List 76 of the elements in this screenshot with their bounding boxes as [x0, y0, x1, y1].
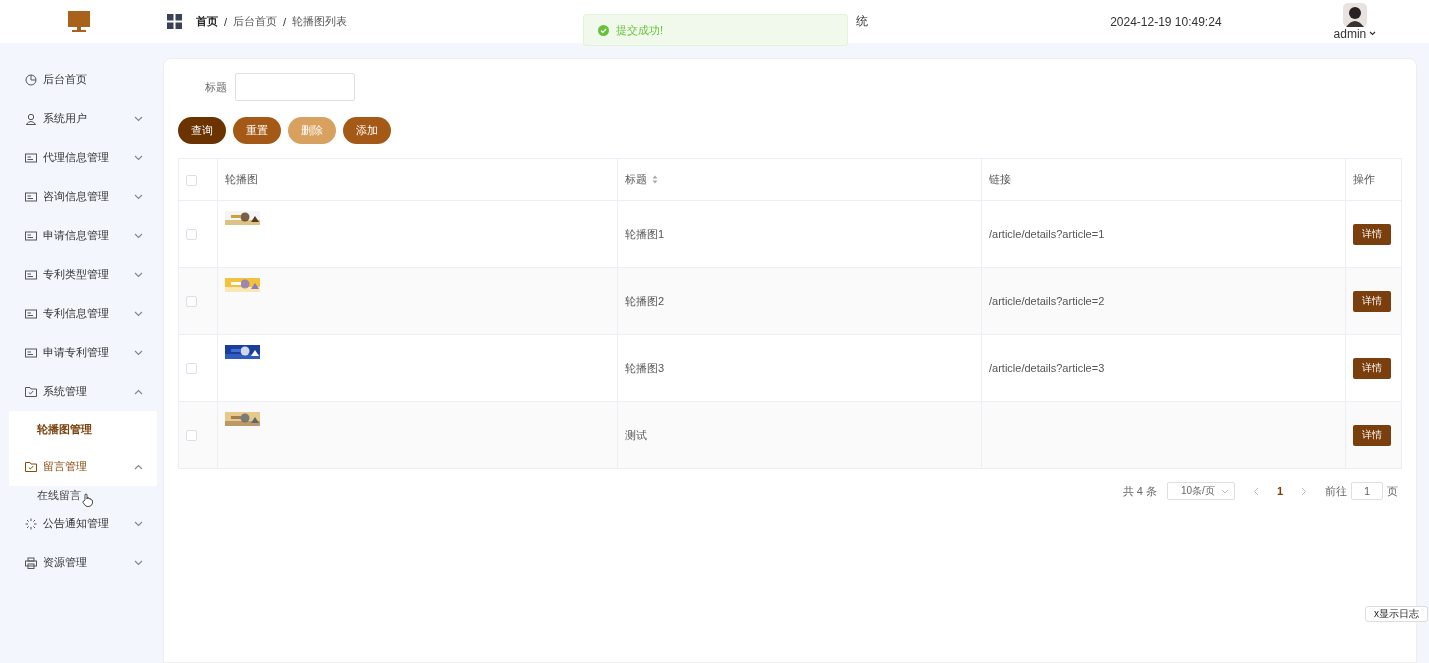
user-menu[interactable]: admin — [1333, 26, 1377, 41]
menu-item[interactable]: 系统管理 — [0, 372, 157, 411]
menu-item[interactable]: 专利类型管理 — [0, 255, 157, 294]
caret-icon — [1369, 31, 1377, 36]
card-icon — [25, 229, 37, 242]
row-checkbox[interactable] — [186, 296, 197, 308]
row-checkbox[interactable] — [186, 229, 197, 241]
column-header[interactable]: 标题 — [625, 172, 658, 187]
card-icon — [25, 151, 37, 164]
spark-icon — [25, 517, 37, 530]
breadcrumb-item[interactable]: 轮播图列表 — [292, 14, 348, 29]
sort-icon[interactable] — [652, 175, 658, 184]
column-header[interactable]: 操作 — [1353, 172, 1375, 187]
action-button[interactable]: 添加 — [343, 117, 391, 144]
page-number[interactable]: 1 — [1276, 485, 1283, 497]
card-icon — [25, 268, 37, 281]
breadcrumb-item[interactable]: 首页 — [196, 14, 218, 29]
card-icon — [25, 307, 37, 320]
table-cell: /article/details?article=2 — [989, 295, 1105, 307]
table-cell: 轮播图1 — [625, 227, 665, 240]
breadcrumb-item[interactable]: 后台首页 — [233, 14, 278, 29]
menu-item[interactable]: 专利信息管理 — [0, 294, 157, 333]
row-checkbox[interactable] — [186, 363, 197, 375]
select-all-checkbox[interactable] — [186, 174, 197, 186]
table-cell: /article/details?article=1 — [989, 228, 1105, 240]
folder-icon — [25, 460, 37, 473]
caret-icon — [1220, 488, 1229, 494]
menu-item[interactable]: 留言管理 — [9, 447, 157, 486]
user-icon — [25, 112, 37, 125]
action-button[interactable]: 重置 — [233, 117, 281, 144]
show-log-button[interactable]: x显示日志 — [1365, 606, 1428, 622]
check-circle-icon — [598, 24, 609, 36]
table-cell: 测试 — [625, 428, 647, 441]
folder-icon — [25, 385, 37, 398]
submenu-item[interactable]: 在线留言 — [0, 486, 157, 504]
row-checkbox[interactable] — [186, 430, 197, 442]
previous-page-icon[interactable] — [1252, 486, 1259, 496]
breadcrumb-separator: / — [224, 15, 228, 28]
page-input-field[interactable]: 1 — [1351, 482, 1383, 500]
column-header[interactable]: 链接 — [989, 172, 1011, 187]
submenu-item[interactable]: 轮播图管理 — [9, 411, 157, 447]
title-input-field[interactable] — [235, 73, 355, 101]
detail-button[interactable]: 详情 — [1353, 357, 1391, 379]
monitor-icon — [67, 10, 90, 33]
menu-item[interactable]: 后台首页 — [0, 60, 157, 99]
menu-item[interactable]: 系统用户 — [0, 99, 157, 138]
total-count: 共 4 条 — [1122, 483, 1157, 499]
menu-item[interactable]: 代理信息管理 — [0, 138, 157, 177]
page-size-select[interactable]: 10条/页 — [1166, 482, 1235, 500]
column-header[interactable]: 轮播图 — [225, 172, 258, 187]
menu-item[interactable]: 申请信息管理 — [0, 216, 157, 255]
grid-icon[interactable] — [167, 14, 182, 29]
detail-button[interactable]: 详情 — [1353, 290, 1391, 312]
menu-item[interactable]: 申请专利管理 — [0, 333, 157, 372]
menu-item[interactable]: 公告通知管理 — [0, 504, 157, 543]
page-suffix: 页 — [1387, 483, 1398, 499]
detail-button[interactable]: 详情 — [1353, 424, 1391, 446]
detail-button[interactable]: 详情 — [1353, 223, 1391, 245]
menu-item[interactable]: 资源管理 — [0, 543, 157, 582]
goto-label: 前往 — [1325, 483, 1347, 499]
breadcrumb-separator: / — [283, 15, 287, 28]
toast-message: 提交成功! — [616, 22, 664, 38]
table-cell: /article/details?article=3 — [989, 362, 1105, 374]
field-label: 标题 — [205, 79, 227, 95]
clock-icon — [25, 73, 37, 86]
system-title: 统 — [856, 13, 869, 30]
table-cell: 轮播图3 — [625, 361, 665, 374]
printer-icon — [25, 556, 37, 569]
action-button[interactable]: 查询 — [178, 117, 226, 144]
datetime-text: 2024-12-19 10:49:24 — [1110, 14, 1222, 29]
next-page-icon[interactable] — [1301, 486, 1307, 496]
menu-item[interactable]: 咨询信息管理 — [0, 177, 157, 216]
table-cell: 轮播图2 — [625, 294, 665, 307]
card-icon — [25, 190, 37, 203]
avatar-icon[interactable] — [1342, 2, 1367, 27]
card-icon — [25, 346, 37, 359]
